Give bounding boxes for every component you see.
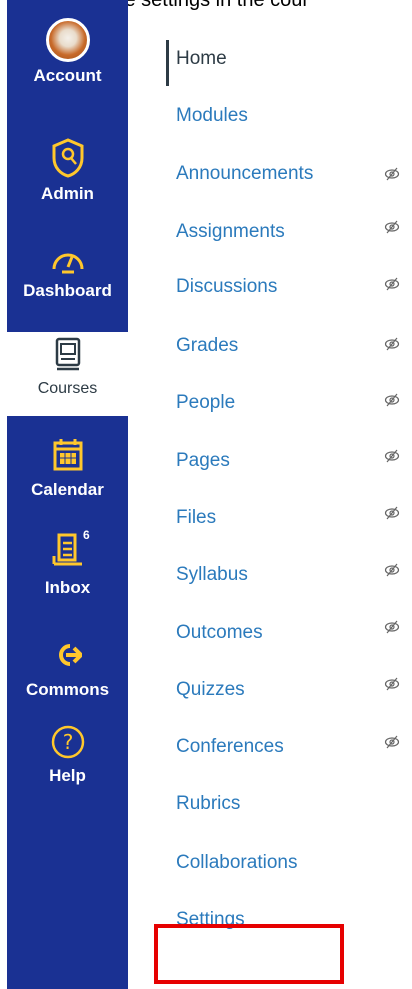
course-nav-quizzes[interactable]: Quizzes [176,679,245,701]
nav-account-label: Account [33,66,102,85]
course-nav-announcements[interactable]: Announcements [176,163,313,185]
nav-courses[interactable]: Courses [7,332,128,416]
nav-commons-label: Commons [25,680,110,699]
inbox-badge: 6 [83,528,90,542]
eye-slash-icon [384,393,400,407]
course-nav-grades[interactable]: Grades [176,335,238,357]
nav-commons[interactable]: Commons [7,642,128,700]
nav-help-label: Help [49,766,86,785]
nav-admin-label: Admin [41,184,94,203]
eye-slash-icon [384,620,400,634]
course-nav-modules[interactable]: Modules [176,105,248,127]
eye-slash-icon [384,277,400,291]
current-page-indicator [166,40,169,86]
course-nav-people[interactable]: People [176,392,235,414]
course-nav-assignments[interactable]: Assignments [176,221,285,243]
nav-calendar-label: Calendar [31,480,104,499]
speedometer-icon [52,253,83,274]
commons-icon [58,644,82,666]
nav-dashboard[interactable]: Dashboard [7,243,128,301]
avatar [45,18,90,62]
global-navigation: Account Admin Dashboard Courses Calendar… [7,0,128,989]
eye-slash-icon [384,337,400,351]
eye-slash-icon [384,677,400,691]
calendar-icon [53,439,82,471]
shield-key-icon [52,138,83,178]
course-nav-syllabus[interactable]: Syllabus [176,564,248,586]
course-nav-conferences[interactable]: Conferences [176,736,284,758]
course-nav-outcomes[interactable]: Outcomes [176,622,263,644]
eye-slash-icon [384,449,400,463]
svg-text:?: ? [62,730,73,754]
nav-inbox-label: Inbox [44,578,91,597]
course-nav-collaborations[interactable]: Collaborations [176,852,297,874]
settings-highlight-box [154,924,344,984]
course-nav-home[interactable]: Home [176,48,227,70]
eye-slash-icon [384,167,400,181]
nav-calendar[interactable]: Calendar [7,438,128,500]
eye-slash-icon [384,563,400,577]
nav-admin[interactable]: Admin [7,138,128,204]
course-nav-rubrics[interactable]: Rubrics [176,793,240,815]
nav-dashboard-label: Dashboard [23,281,112,300]
nav-account[interactable]: Account [7,18,128,86]
eye-slash-icon [384,220,400,234]
inbox-icon [52,533,82,566]
nav-help[interactable]: ? Help [7,724,128,786]
nav-inbox[interactable]: 6 Inbox [7,528,128,598]
course-nav-discussions[interactable]: Discussions [176,276,277,298]
eye-slash-icon [384,506,400,520]
book-icon [55,337,80,371]
course-navigation: Home Modules Announcements Assignments D… [166,0,412,989]
nav-courses-label: Courses [37,380,98,397]
help-icon: ? [51,725,84,759]
course-nav-files[interactable]: Files [176,507,216,529]
eye-slash-icon [384,735,400,749]
course-nav-pages[interactable]: Pages [176,450,230,472]
